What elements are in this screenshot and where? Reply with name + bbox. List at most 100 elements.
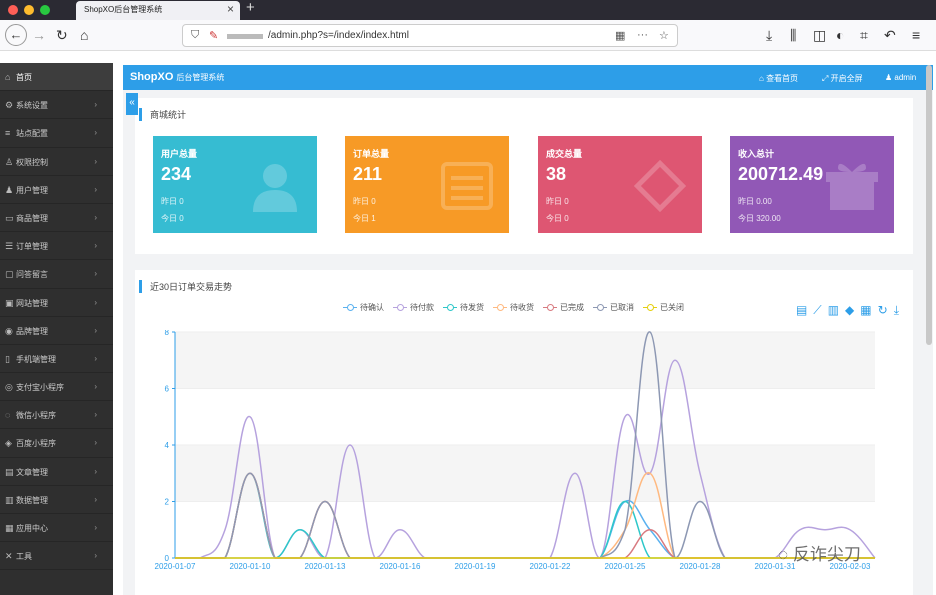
sidebar-item[interactable]: ⌂ 首页 (0, 63, 113, 92)
chevron-right-icon: › (94, 523, 97, 532)
collapse-sidebar-button[interactable]: « (126, 93, 138, 115)
bookmark-star-icon[interactable]: ☆ (659, 29, 669, 42)
sliders-icon: ≡ (5, 128, 11, 139)
sidebar-item[interactable]: ▭ 商品管理 › (0, 204, 113, 233)
admin-sidebar: ⌂ 首页 ⚙ 系统设置 › ≡ 站点配置 › ♙ 权限控制 › ♟ 用户管理 › ▭ 商品管理 › ☰ 订单管理 › ▢… (0, 63, 113, 595)
mobile-icon: ▯ (5, 353, 10, 364)
downloads-icon[interactable]: ⤓ (766, 26, 772, 44)
legend-item[interactable]: 待发货 (443, 302, 484, 313)
legend-item[interactable]: 待付款 (393, 302, 434, 313)
sidebar-item[interactable]: ▯ 手机端管理 › (0, 345, 113, 374)
more-actions-icon[interactable]: ··· (637, 29, 648, 41)
y-tick-label: 8 (165, 330, 170, 337)
tiled-icon[interactable]: ▦ (860, 303, 871, 317)
house-icon: ⌂ (759, 74, 767, 83)
legend-item[interactable]: 待收货 (493, 302, 534, 313)
sidebar-item[interactable]: ☰ 订单管理 › (0, 232, 113, 261)
library-icon[interactable]: ⫼ (790, 26, 796, 44)
list-icon: ☰ (5, 241, 14, 252)
stat-yesterday: 昨日 0 (161, 197, 184, 206)
sidebar-toggle-icon[interactable]: ◫ (813, 26, 826, 44)
alipay-icon: ◎ (5, 382, 13, 393)
sidebar-item[interactable]: ◉ 品牌管理 › (0, 317, 113, 345)
menu-icon[interactable]: ≡ (912, 26, 920, 44)
extension-icon[interactable]: ◐ (836, 26, 844, 44)
gear-icon: ⚙ (5, 100, 14, 111)
view-home-link[interactable]: ⌂ 查看首页 (759, 73, 798, 84)
undo-icon[interactable]: ↶ (884, 26, 896, 44)
stack-icon[interactable]: ◆ (845, 303, 854, 317)
sidebar-item[interactable]: ✕ 工具 › (0, 542, 113, 571)
legend-label: 待收货 (510, 303, 534, 312)
user-menu[interactable]: ♟ admin (885, 73, 916, 82)
back-button[interactable]: ← (5, 24, 27, 46)
permissions-icon[interactable]: ✎ (209, 29, 218, 42)
home-icon: ⌂ (5, 72, 11, 82)
x-tick-label: 2020-01-19 (455, 562, 496, 571)
sidebar-item[interactable]: ▢ 问答留言 › (0, 260, 113, 289)
chevron-right-icon: › (94, 551, 97, 561)
url-bar[interactable]: ⛉ ✎ /admin.php?s=/index/index.html ▦ ···… (182, 24, 678, 47)
maximize-window-button[interactable] (40, 5, 50, 15)
tag-icon: ◉ (5, 325, 13, 336)
qr-code-icon[interactable]: ▦ (615, 29, 625, 42)
admin-header: ShopXO 后台管理系统 ⌂ 查看首页 ⤢ 开启全屏 ♟ admin (123, 65, 933, 90)
main-content: 商城统计 用户总量 234 昨日 0 今日 0 订单总量 211 昨日 0 今日 1 成交总量 3… (123, 90, 933, 595)
sidebar-item-label: 用户管理 (16, 185, 48, 195)
sidebar-item[interactable]: ◎ 支付宝小程序 › (0, 373, 113, 402)
chevron-right-icon: › (94, 100, 97, 110)
sidebar-item-label: 文章管理 (16, 467, 48, 477)
sidebar-item[interactable]: ◌ 微信小程序 › (0, 401, 113, 430)
fullscreen-link[interactable]: ⤢ 开启全屏 (822, 73, 863, 84)
x-tick-label: 2020-01-13 (305, 562, 346, 571)
line-chart-icon[interactable]: ⟋ (813, 303, 821, 318)
sidebar-item[interactable]: ▣ 网站管理 › (0, 289, 113, 317)
bar-chart-icon[interactable]: ▥ (828, 303, 839, 317)
sidebar-item-label: 订单管理 (16, 242, 48, 252)
stat-value: 38 (546, 164, 567, 184)
data-view-icon[interactable]: ▤ (796, 303, 807, 317)
users-icon: ♟ (5, 184, 14, 195)
gift-icon (826, 163, 878, 210)
grid-band (175, 445, 875, 502)
stats-panel: 商城统计 用户总量 234 昨日 0 今日 0 订单总量 211 昨日 0 今日 1 成交总量 3… (135, 98, 913, 254)
sidebar-item[interactable]: ♟ 用户管理 › (0, 176, 113, 204)
legend-item[interactable]: 待确认 (343, 302, 384, 313)
new-tab-button[interactable]: + (246, 0, 255, 16)
chevron-right-icon: › (94, 325, 97, 335)
brand-logo[interactable]: ShopXO 后台管理系统 (130, 71, 224, 83)
sidebar-item-label: 数据管理 (16, 495, 48, 505)
browser-tab[interactable]: ShopXO后台管理系统 × (76, 1, 240, 20)
sidebar-item[interactable]: ▦ 应用中心 › (0, 514, 113, 543)
monitor-icon: ▣ (5, 297, 14, 308)
legend-item[interactable]: 已完成 (543, 302, 584, 313)
chevron-right-icon: › (94, 212, 97, 222)
user-silhouette-icon (253, 164, 297, 212)
restore-icon[interactable]: ↻ (878, 303, 888, 317)
forward-button[interactable]: → (32, 26, 46, 44)
sidebar-item[interactable]: ≡ 站点配置 › (0, 119, 113, 148)
sidebar-item-label: 手机端管理 (16, 354, 56, 364)
screenshot-icon[interactable]: ⌗ (860, 26, 868, 44)
minimize-window-button[interactable] (24, 5, 34, 15)
close-window-button[interactable] (8, 5, 18, 15)
sidebar-item[interactable]: ⚙ 系统设置 › (0, 91, 113, 120)
sidebar-item[interactable]: ♙ 权限控制 › (0, 148, 113, 176)
sidebar-item[interactable]: ▥ 数据管理 › (0, 486, 113, 514)
legend-item[interactable]: 已取消 (593, 302, 634, 313)
shield-icon[interactable]: ⛉ (191, 29, 199, 42)
close-tab-icon[interactable]: × (227, 2, 234, 16)
reload-button[interactable]: ↻ (56, 26, 68, 44)
chevron-right-icon: › (94, 184, 97, 194)
sidebar-item[interactable]: ▤ 文章管理 › (0, 458, 113, 486)
browser-tab-bar: ShopXO后台管理系统 × + (0, 0, 936, 20)
legend-label: 待发货 (460, 303, 484, 312)
legend-item[interactable]: 已关闭 (643, 302, 684, 313)
stat-today: 今日 0 (546, 214, 569, 223)
sidebar-item-label: 百度小程序 (16, 439, 56, 449)
sidebar-item[interactable]: ◈ 百度小程序 › (0, 429, 113, 458)
home-button[interactable]: ⌂ (80, 26, 88, 44)
save-image-icon[interactable]: ⤓ (894, 303, 899, 318)
apps-icon: ▦ (5, 523, 14, 533)
page-scrollbar[interactable] (926, 65, 932, 345)
